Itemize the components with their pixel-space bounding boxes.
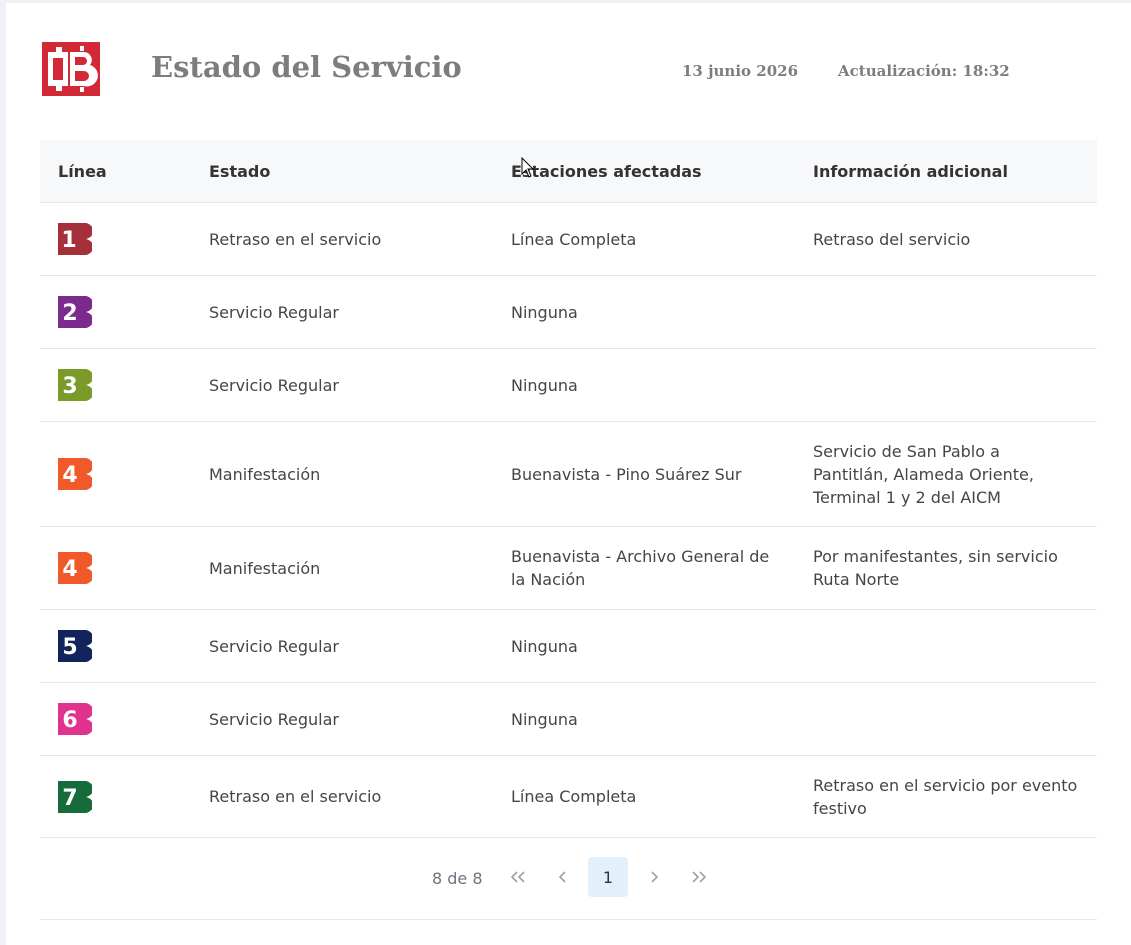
line-cell: 7 — [40, 755, 191, 838]
table-row: 4 Manifestación Buenavista - Pino Suárez… — [40, 421, 1097, 527]
line-4-icon: 4 — [58, 552, 92, 584]
top-border — [0, 0, 1131, 3]
stations-cell: Línea Completa — [493, 202, 795, 276]
line-cell: 5 — [40, 609, 191, 683]
info-cell: Servicio de San Pablo a Pantitlán, Alame… — [795, 421, 1097, 527]
last-page-button[interactable] — [679, 857, 719, 897]
chevron-left-icon — [558, 871, 566, 883]
line-cell: 1 — [40, 202, 191, 276]
column-header-info[interactable]: Información adicional — [795, 140, 1097, 203]
line-cell: 4 — [40, 526, 191, 610]
info-cell — [795, 609, 1097, 683]
info-cell: Por manifestantes, sin servicio Ruta Nor… — [795, 526, 1097, 610]
line-number: 2 — [62, 301, 77, 326]
line-4-icon: 4 — [58, 458, 92, 490]
double-chevron-left-icon — [510, 871, 525, 883]
page-count-label: 8 de 8 — [432, 869, 483, 888]
info-cell — [795, 682, 1097, 756]
stations-cell: Buenavista - Archivo General de la Nació… — [493, 526, 795, 610]
stations-cell: Ninguna — [493, 682, 795, 756]
status-cell: Retraso en el servicio — [191, 755, 493, 838]
info-cell — [795, 275, 1097, 349]
table-row: 6 Servicio Regular Ninguna — [40, 682, 1097, 756]
info-cell: Retraso del servicio — [795, 202, 1097, 276]
stations-cell: Ninguna — [493, 275, 795, 349]
line-6-icon: 6 — [58, 703, 92, 735]
stations-cell: Ninguna — [493, 348, 795, 422]
page-title: Estado del Servicio — [151, 50, 462, 84]
table-header-row: Línea Estado Estaciones afectadas Inform… — [40, 140, 1097, 203]
chevron-right-icon — [651, 871, 659, 883]
line-number: 6 — [62, 708, 77, 733]
line-number: 5 — [62, 635, 77, 660]
column-header-stations[interactable]: Estaciones afectadas — [493, 140, 795, 203]
table-row: 1 Retraso en el servicio Línea Completa … — [40, 202, 1097, 276]
line-number: 3 — [62, 374, 77, 399]
table-row: 7 Retraso en el servicio Línea Completa … — [40, 755, 1097, 838]
line-cell: 6 — [40, 682, 191, 756]
status-cell: Retraso en el servicio — [191, 202, 493, 276]
stations-cell: Buenavista - Pino Suárez Sur — [493, 421, 795, 527]
info-cell — [795, 348, 1097, 422]
status-cell: Servicio Regular — [191, 275, 493, 349]
line-1-icon: 1 — [58, 223, 92, 255]
line-7-icon: 7 — [58, 780, 92, 813]
status-cell: Servicio Regular — [191, 348, 493, 422]
table-row: 2 Servicio Regular Ninguna — [40, 275, 1097, 349]
metrobus-logo-icon — [42, 42, 100, 96]
table-row: 4 Manifestación Buenavista - Archivo Gen… — [40, 526, 1097, 610]
status-cell: Servicio Regular — [191, 609, 493, 683]
mouse-cursor-icon — [521, 157, 535, 178]
line-cell: 4 — [40, 421, 191, 527]
table-row: 5 Servicio Regular Ninguna — [40, 609, 1097, 683]
line-number: 7 — [62, 786, 77, 811]
update-time-label: Actualización: 18:32 — [838, 62, 1010, 80]
line-3-icon: 3 — [58, 369, 92, 401]
info-cell: Retraso en el servicio por evento festiv… — [795, 755, 1097, 838]
status-cell: Servicio Regular — [191, 682, 493, 756]
date-label: 13 junio 2026 — [682, 62, 799, 80]
line-cell: 3 — [40, 348, 191, 422]
status-cell: Manifestación — [191, 526, 493, 610]
stations-cell: Ninguna — [493, 609, 795, 683]
left-border — [0, 0, 6, 945]
column-header-status[interactable]: Estado — [191, 140, 493, 203]
status-cell: Manifestación — [191, 421, 493, 527]
page-header: Estado del Servicio 13 junio 2026 Actual… — [40, 36, 1097, 102]
next-page-button[interactable] — [634, 857, 674, 897]
line-2-icon: 2 — [58, 296, 92, 328]
line-number: 1 — [61, 228, 76, 253]
line-number: 4 — [62, 557, 77, 582]
column-header-line[interactable]: Línea — [40, 140, 191, 203]
page-button-current[interactable]: 1 — [588, 857, 628, 897]
line-number: 4 — [62, 463, 77, 488]
first-page-button[interactable] — [498, 857, 538, 897]
status-table: Línea Estado Estaciones afectadas Inform… — [40, 140, 1097, 838]
stations-cell: Línea Completa — [493, 755, 795, 838]
double-chevron-right-icon — [692, 871, 707, 883]
line-cell: 2 — [40, 275, 191, 349]
line-5-icon: 5 — [58, 630, 92, 662]
table-row: 3 Servicio Regular Ninguna — [40, 348, 1097, 422]
pagination: 8 de 8 1 — [40, 838, 1097, 920]
prev-page-button[interactable] — [543, 857, 583, 897]
